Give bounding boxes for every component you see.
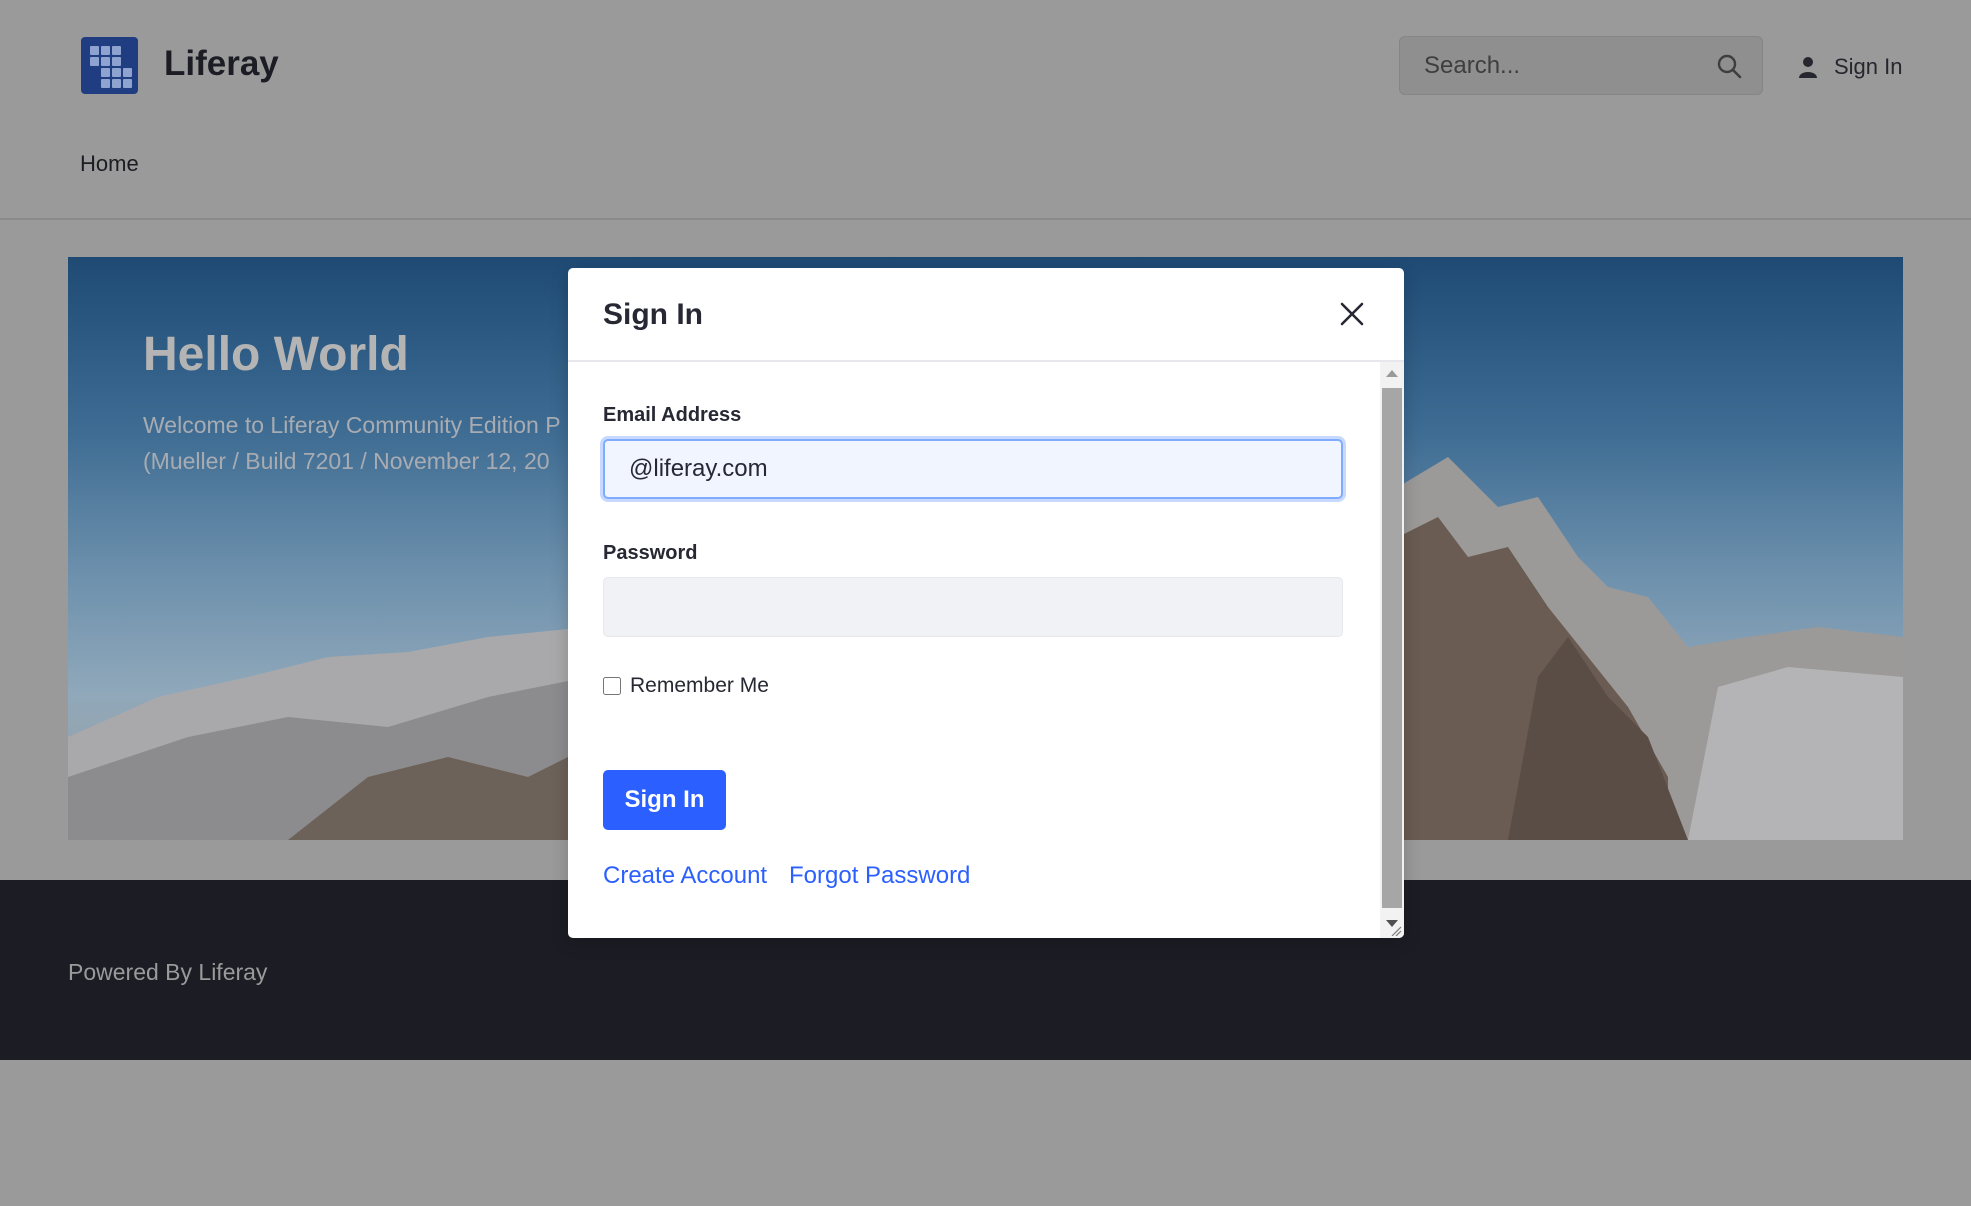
- modal-scrollbar[interactable]: [1380, 362, 1404, 938]
- forgot-password-link[interactable]: Forgot Password: [789, 862, 970, 890]
- header-sign-in-link[interactable]: Sign In: [1798, 52, 1903, 82]
- search-box[interactable]: [1399, 36, 1763, 95]
- resize-grip-icon[interactable]: [1388, 924, 1402, 936]
- search-icon[interactable]: [1716, 53, 1742, 79]
- scroll-up-arrow-icon[interactable]: [1386, 370, 1398, 377]
- remember-me[interactable]: Remember Me: [603, 674, 769, 698]
- modal-title: Sign In: [603, 298, 703, 331]
- email-label: Email Address: [603, 404, 742, 426]
- sign-in-modal: Sign In Email Address Password Remember …: [568, 268, 1404, 938]
- user-icon: [1799, 57, 1817, 78]
- scroll-thumb[interactable]: [1382, 388, 1402, 908]
- close-icon[interactable]: [1334, 296, 1370, 332]
- modal-header: Sign In: [568, 268, 1404, 362]
- hero-text-line-2: (Mueller / Build 7201 / November 12, 20: [143, 448, 550, 474]
- create-account-link[interactable]: Create Account: [603, 862, 767, 890]
- hero-text-line-1: Welcome to Liferay Community Edition P: [143, 412, 561, 438]
- email-field[interactable]: [603, 439, 1343, 499]
- hero-text: Welcome to Liferay Community Edition P (…: [143, 407, 633, 479]
- liferay-logo-icon[interactable]: [81, 37, 138, 94]
- sign-in-button[interactable]: Sign In: [603, 770, 726, 830]
- site-header: Liferay Sign In Home: [0, 0, 1971, 220]
- modal-body: Email Address Password Remember Me Sign …: [568, 362, 1380, 938]
- password-label: Password: [603, 542, 698, 564]
- remember-me-label: Remember Me: [630, 674, 769, 697]
- hero-title: Hello World: [143, 328, 409, 381]
- site-name[interactable]: Liferay: [164, 44, 279, 84]
- header-sign-in-label: Sign In: [1834, 54, 1903, 79]
- search-input[interactable]: [1400, 37, 1700, 94]
- footer-powered-by: Powered By Liferay: [68, 959, 268, 985]
- nav-item-home[interactable]: Home: [80, 151, 139, 177]
- remember-me-checkbox[interactable]: [603, 677, 621, 695]
- password-field[interactable]: [603, 577, 1343, 637]
